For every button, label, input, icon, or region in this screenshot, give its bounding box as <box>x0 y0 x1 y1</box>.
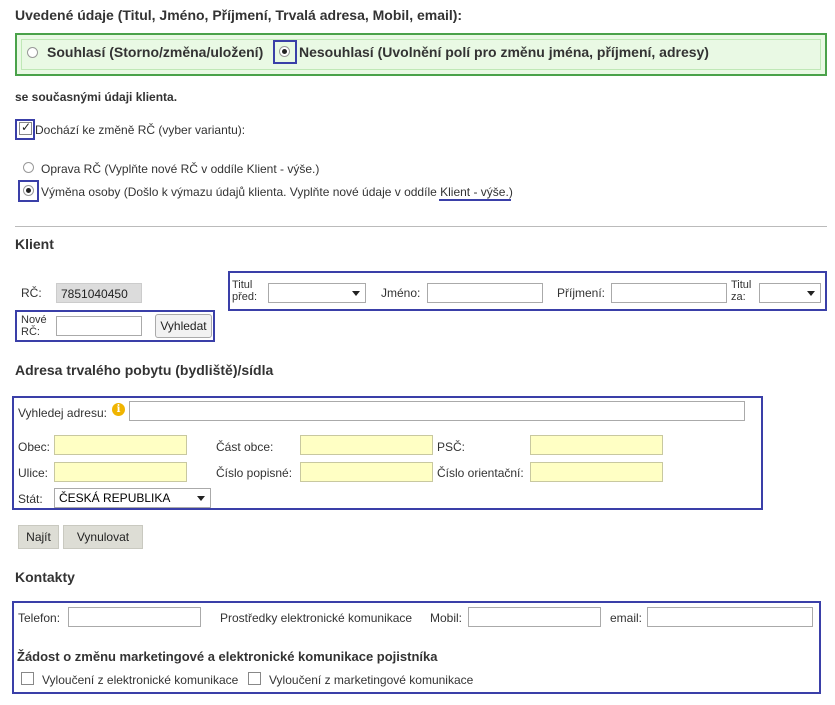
exclude-marketing-checkbox[interactable] <box>248 672 261 685</box>
reset-button[interactable]: Vynulovat <box>63 525 143 549</box>
address-search-label: Vyhledej adresu: <box>18 406 107 420</box>
new-rc-label: Nové RČ: <box>21 314 47 338</box>
client-title: Klient <box>15 236 54 252</box>
client-section-link[interactable]: Klient - výše. <box>440 185 509 199</box>
consent-title: Uvedené údaje (Titul, Jméno, Příjmení, T… <box>15 7 463 23</box>
phone-label: Telefon: <box>18 611 61 625</box>
contacts-title: Kontakty <box>15 569 75 585</box>
rc-value: 7851040450 <box>56 283 142 303</box>
new-rc-input[interactable] <box>56 316 142 336</box>
last-name-input[interactable] <box>611 283 727 303</box>
rc-change-label: Dochází ke změně RČ (vyber variantu): <box>35 123 246 137</box>
chevron-down-icon <box>197 496 205 501</box>
link-underline-highlight <box>439 199 511 201</box>
psc-label: PSČ: <box>437 440 466 454</box>
check-icon: ✓ <box>21 120 32 134</box>
first-name-label: Jméno: <box>381 286 421 300</box>
rc-fix-label: Oprava RČ (Vyplňte nové RČ v oddíle Klie… <box>41 162 320 176</box>
psc-input[interactable] <box>530 435 663 455</box>
title-before-label: Titul před: <box>232 279 258 303</box>
address-title: Adresa trvalého pobytu (bydliště)/sídla <box>15 362 274 378</box>
title-after-label: Titul za: <box>731 279 752 303</box>
cislo-orientacni-label: Číslo orientační: <box>437 466 524 480</box>
rc-change-checkbox[interactable]: ✓ <box>19 120 32 135</box>
exclude-marketing-label: Vyloučení z marketingové komunikace <box>269 673 474 687</box>
consent-subtext: se současnými údaji klienta. <box>15 90 178 104</box>
cislo-orientacni-input[interactable] <box>530 462 663 482</box>
cast-obce-input[interactable] <box>300 435 433 455</box>
mobile-input[interactable] <box>468 607 601 627</box>
rc-fix-radio[interactable] <box>23 162 34 173</box>
find-button[interactable]: Najít <box>18 525 59 549</box>
cast-obce-label: Část obce: <box>216 440 274 454</box>
ulice-label: Ulice: <box>18 466 49 480</box>
email-label: email: <box>610 611 643 625</box>
ulice-input[interactable] <box>54 462 187 482</box>
request-title: Žádost o změnu marketingové a elektronic… <box>17 649 438 664</box>
consent-agree-radio[interactable] <box>27 47 38 58</box>
rc-swap-label: Výměna osoby (Došlo k výmazu údajů klien… <box>41 185 513 199</box>
search-client-button[interactable]: Vyhledat <box>155 314 212 338</box>
consent-agree-label: Souhlasí (Storno/změna/uložení) <box>47 44 264 60</box>
exclude-electronic-label: Vyloučení z elektronické komunikace <box>42 673 239 687</box>
phone-input[interactable] <box>68 607 201 627</box>
consent-disagree-radio[interactable] <box>279 46 290 57</box>
email-input[interactable] <box>647 607 813 627</box>
cislo-popisne-input[interactable] <box>300 462 433 482</box>
divider <box>15 226 827 227</box>
first-name-input[interactable] <box>427 283 543 303</box>
title-before-select[interactable] <box>268 283 366 303</box>
rc-label: RČ: <box>21 286 42 300</box>
info-icon[interactable]: i <box>112 403 125 416</box>
mobile-label: Mobil: <box>430 611 463 625</box>
chevron-down-icon <box>807 291 815 296</box>
last-name-label: Příjmení: <box>557 286 606 300</box>
title-after-select[interactable] <box>759 283 821 303</box>
consent-disagree-label: Nesouhlasí (Uvolnění polí pro změnu jmén… <box>299 44 709 60</box>
ecomm-label: Prostředky elektronické komunikace <box>220 611 413 625</box>
chevron-down-icon <box>352 291 360 296</box>
stat-select[interactable]: ČESKÁ REPUBLIKA <box>54 488 211 508</box>
cislo-popisne-label: Číslo popisné: <box>216 466 293 480</box>
address-search-input[interactable] <box>129 401 745 421</box>
stat-label: Stát: <box>18 492 43 506</box>
exclude-electronic-checkbox[interactable] <box>21 672 34 685</box>
obec-label: Obec: <box>18 440 51 454</box>
obec-input[interactable] <box>54 435 187 455</box>
rc-swap-radio[interactable] <box>23 185 34 196</box>
